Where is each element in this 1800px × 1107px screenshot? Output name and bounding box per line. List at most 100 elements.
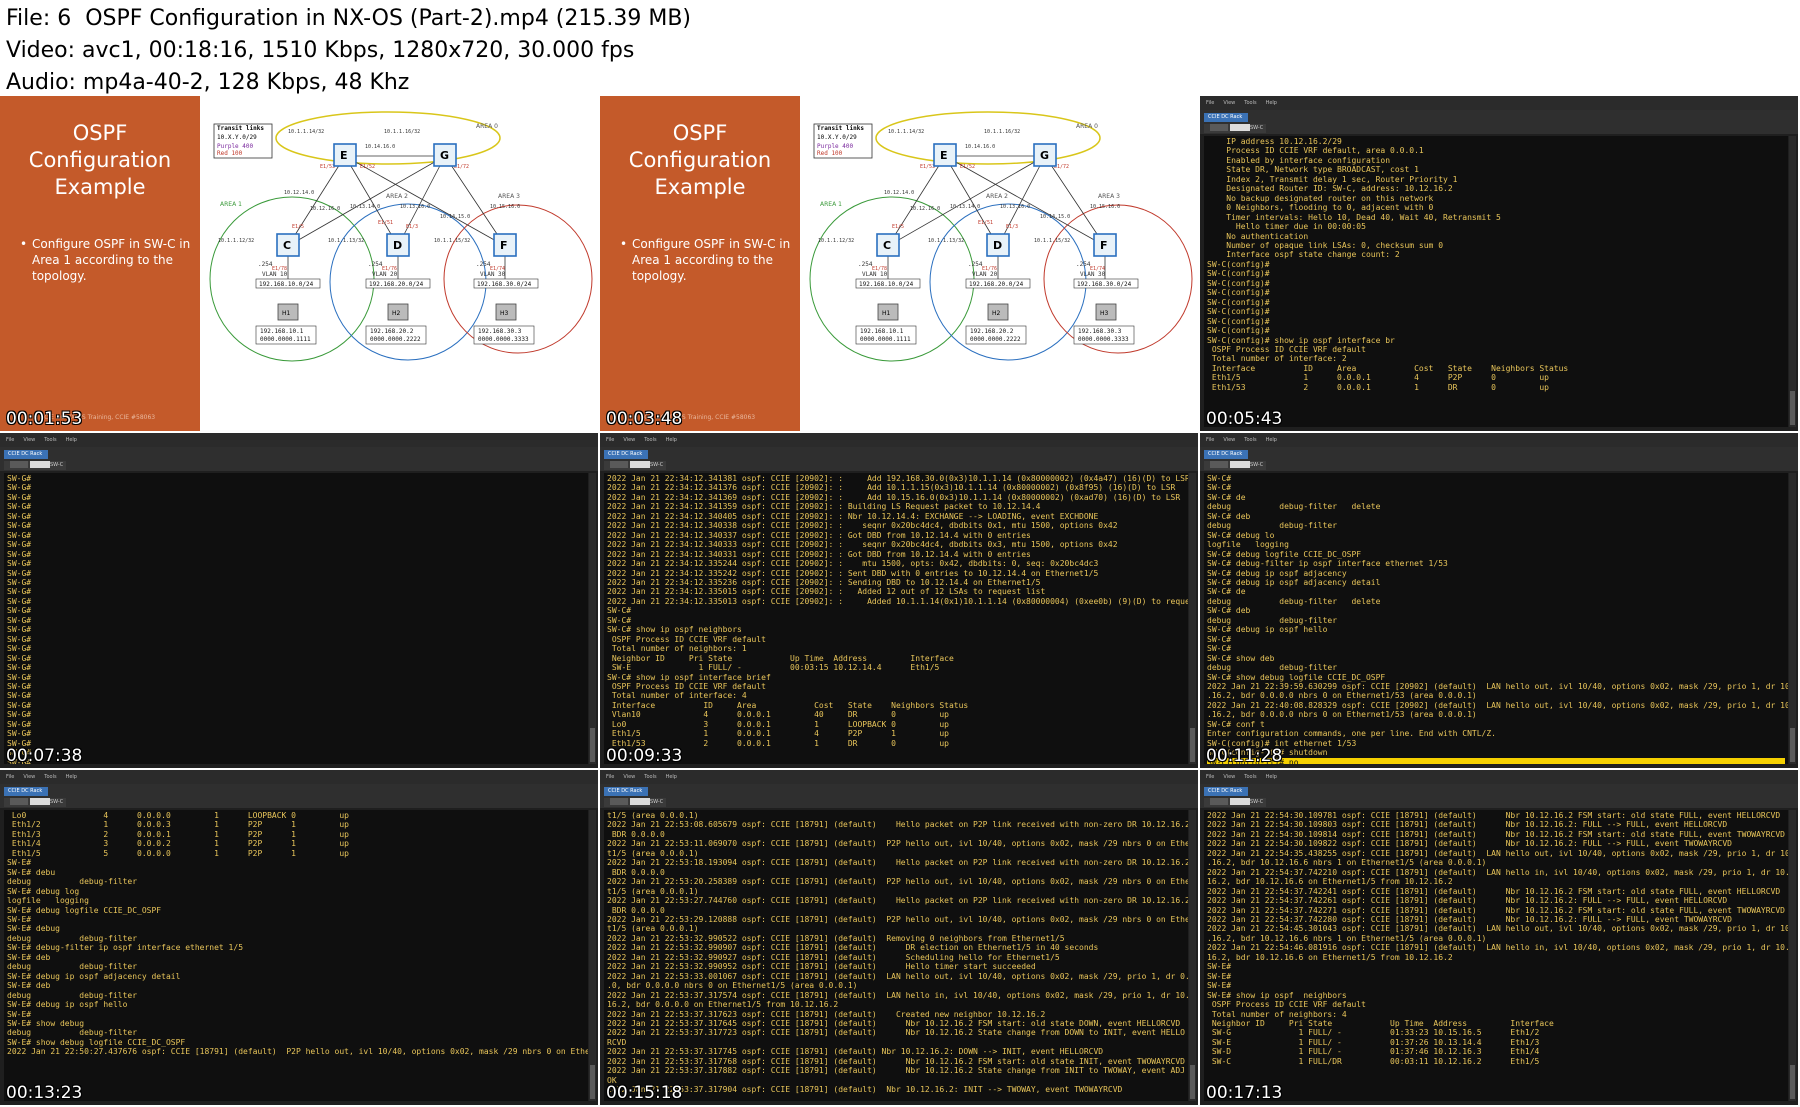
terminal-screen[interactable]: IP address 10.12.16.2/29 Process ID CCIE… [1204, 136, 1788, 427]
terminal-line: 2022 Jan 21 22:34:12.335236 ospf: CCIE [… [607, 577, 1041, 587]
svg-text:10.13.14.0: 10.13.14.0 [950, 204, 980, 210]
menu-item[interactable]: View [1223, 437, 1235, 443]
terminal-line: Neighbor ID Pri State Up Time Address In… [607, 653, 954, 663]
menu-item[interactable]: Tools [1244, 774, 1256, 780]
subsession-tab[interactable]: SW-C [1204, 124, 1267, 133]
session-tab[interactable]: CCIE DC Rack [4, 450, 48, 459]
scrollbar[interactable] [589, 810, 596, 1101]
thumbnail-slide[interactable]: OSPF Configuration Example Configure OSP… [0, 96, 598, 431]
terminal-line: Enter configuration commands, one per li… [1207, 729, 1496, 739]
subsession-tab[interactable]: SW-C [1204, 798, 1267, 807]
scrollbar[interactable] [1789, 810, 1796, 1101]
terminal-line: SW-G# [7, 757, 32, 764]
svg-text:10.13.16.0: 10.13.16.0 [1000, 204, 1030, 210]
subsession-label: SW-C [1250, 462, 1264, 468]
subsession-tab[interactable]: SW-C [4, 798, 67, 807]
thumbnail-slide[interactable]: OSPF Configuration Example Configure OSP… [600, 96, 1198, 431]
session-tab[interactable]: CCIE DC Rack [1204, 450, 1248, 459]
terminal-line: SW-G# [7, 596, 32, 606]
svg-text:0000.0000.2222: 0000.0000.2222 [370, 336, 421, 343]
menu-item[interactable]: Tools [1244, 437, 1256, 443]
thumbnail-terminal[interactable]: File View Tools Help CCIE DC Rack SW-C SW-C… [1200, 433, 1798, 768]
thumbnail-terminal[interactable]: File View Tools Help CCIE DC Rack SW-C Lo0 … [0, 770, 598, 1105]
subsession-label: SW-C [650, 799, 664, 805]
terminal-line: SW-G# [7, 663, 32, 673]
menu-item[interactable]: View [23, 774, 35, 780]
terminal-screen[interactable]: SW-C# SW-C# SW-C# de debug debug-filter del… [1204, 473, 1788, 764]
timestamp: 00:13:23 [6, 1083, 83, 1103]
session-tab[interactable]: CCIE DC Rack [4, 787, 48, 796]
menu-item[interactable]: File [1206, 100, 1214, 106]
terminal-line: SW-C(config-if)# no [1207, 757, 1785, 764]
links [287, 155, 506, 281]
menu-item[interactable]: File [6, 774, 14, 780]
menu-item[interactable]: View [623, 437, 635, 443]
subsession-tab[interactable]: SW-C [1204, 461, 1267, 470]
thumbnail-terminal[interactable]: File View Tools Help CCIE DC Rack SW-C IP a… [1200, 96, 1798, 431]
scrollbar[interactable] [1189, 473, 1196, 764]
thumbnail-terminal[interactable]: File View Tools Help CCIE DC Rack SW-C 2022… [1200, 770, 1798, 1105]
terminal-screen[interactable]: 2022 Jan 21 22:34:12.341381 ospf: CCIE [… [604, 473, 1188, 764]
terminal-line: .16.2, bdr 0.0.0.0 nbrs 0 on Ethernet1/5… [1207, 691, 1477, 701]
menu-item[interactable]: View [623, 774, 635, 780]
menu-item[interactable]: Help [1266, 437, 1277, 443]
menu-item[interactable]: File [6, 437, 14, 443]
terminal-tab-bar: CCIE DC Rack SW-C [1200, 447, 1798, 471]
red-cost: Red 100 [817, 150, 843, 157]
scrollbar[interactable] [589, 473, 596, 764]
terminal-line: Vlan10 4 0.0.0.1 40 DR 0 up [607, 710, 949, 720]
menu-item[interactable]: View [1223, 774, 1235, 780]
terminal-screen[interactable]: 2022 Jan 21 22:54:30.109781 ospf: CCIE [… [1204, 810, 1788, 1101]
session-tab[interactable]: CCIE DC Rack [604, 787, 648, 796]
svg-text:10.1.1.16/32: 10.1.1.16/32 [384, 129, 420, 135]
red-cost: Red 100 [217, 150, 243, 157]
session-tab[interactable]: CCIE DC Rack [604, 450, 648, 459]
menu-item[interactable]: Tools [644, 774, 656, 780]
terminal-line: Eth1/5 5 0.0.0.0 1 P2P 1 up [7, 848, 349, 858]
terminal-line: SW-C# debug ip ospf hello [1207, 625, 1328, 635]
menu-item[interactable]: Tools [44, 774, 56, 780]
menu-item[interactable]: Help [66, 437, 77, 443]
terminal-line: SW-C# show ip ospf neighbors [607, 625, 742, 635]
file-info-line: File: 6 OSPF Configuration in NX-OS (Par… [6, 6, 692, 31]
subsession-tab[interactable]: SW-C [604, 798, 667, 807]
thumbnail-terminal[interactable]: File View Tools Help CCIE DC Rack SW-C 2022… [600, 433, 1198, 768]
menu-item[interactable]: File [606, 774, 614, 780]
session-tab[interactable]: CCIE DC Rack [1204, 787, 1248, 796]
svg-text:10.1.1.15/32: 10.1.1.15/32 [1034, 238, 1070, 244]
menu-item[interactable]: Help [666, 774, 677, 780]
thumbnail-terminal[interactable]: File View Tools Help CCIE DC Rack SW-C SW-G… [0, 433, 598, 768]
session-tab[interactable]: CCIE DC Rack [1204, 113, 1248, 122]
menu-item[interactable]: Tools [1244, 100, 1256, 106]
menu-item[interactable]: Help [1266, 100, 1277, 106]
menu-item[interactable]: File [1206, 774, 1214, 780]
terminal-line: Neighbor ID Pri State Up Time Address In… [1207, 1018, 1554, 1028]
scrollbar[interactable] [1789, 473, 1796, 764]
menu-item[interactable]: View [1223, 100, 1235, 106]
svg-text:VLAN 20: VLAN 20 [372, 271, 398, 278]
menu-item[interactable]: Help [66, 774, 77, 780]
terminal-line: SW-E# debug-filter ip ospf interface eth… [7, 943, 244, 953]
terminal-tab-bar: CCIE DC Rack SW-C [1200, 110, 1798, 134]
svg-text:10.14.15.0: 10.14.15.0 [440, 214, 470, 220]
terminal-screen[interactable]: SW-G# SW-G# SW-G# SW-G# SW-G# SW-G# SW-G# SW-G#… [4, 473, 588, 764]
terminal-line: OSPF Process ID CCIE VRF default [607, 634, 766, 644]
menu-item[interactable]: Help [666, 437, 677, 443]
scrollbar[interactable] [1789, 136, 1796, 427]
terminal-screen[interactable]: Lo0 4 0.0.0.0 1 LOOPBACK 0 up Eth1/2 1 0… [4, 810, 588, 1101]
thumbnail-terminal[interactable]: File View Tools Help CCIE DC Rack SW-C t1/5… [600, 770, 1198, 1105]
subsession-tab[interactable]: SW-C [604, 461, 667, 470]
menu-item[interactable]: File [1206, 437, 1214, 443]
terminal-screen[interactable]: t1/5 (area 0.0.0.1) 2022 Jan 21 22:53:08.… [604, 810, 1188, 1101]
menu-item[interactable]: Help [1266, 774, 1277, 780]
menu-item[interactable]: Tools [44, 437, 56, 443]
menu-item[interactable]: Tools [644, 437, 656, 443]
svg-text:10.1.1.13/32: 10.1.1.13/32 [928, 238, 964, 244]
scrollbar[interactable] [1189, 810, 1196, 1101]
menu-item[interactable]: View [23, 437, 35, 443]
subsession-tab[interactable]: SW-C [4, 461, 67, 470]
menu-item[interactable]: File [606, 437, 614, 443]
terminal-line: t1/5 (area 0.0.0.1) [607, 811, 699, 820]
area-label: AREA 0 [476, 123, 498, 130]
subnet-labels: 192.168.10.0/24 192.168.20.0/24 192.168.… [855, 278, 1139, 289]
